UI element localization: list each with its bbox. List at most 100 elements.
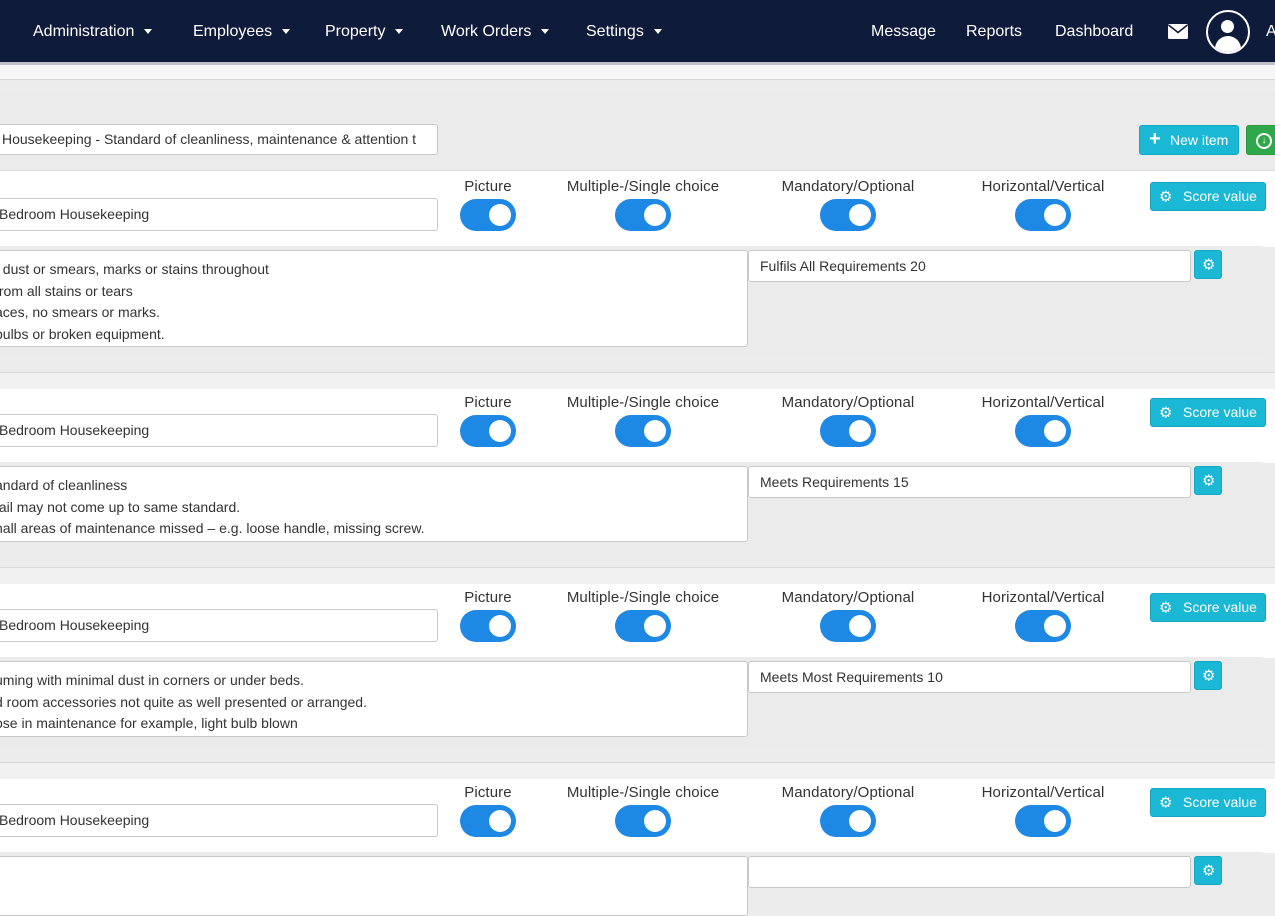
description-textarea[interactable]: uming with minimal dust in corners or un…: [0, 661, 748, 737]
toggle-knob: [849, 420, 871, 442]
score-value-button[interactable]: ⚙ Score value: [1150, 398, 1266, 427]
gear-icon: ⚙: [1202, 256, 1216, 273]
nav-label: Administration: [33, 23, 135, 40]
toggle-label-picture: Picture: [464, 178, 512, 195]
toggle-choice[interactable]: [615, 610, 671, 642]
toggle-mandatory[interactable]: [820, 610, 876, 642]
nav-link-reports[interactable]: Reports: [966, 0, 1022, 62]
caret-down-icon: [395, 29, 404, 35]
toggle-group-orientation: Horizontal/Vertical: [963, 178, 1123, 231]
toggle-picture[interactable]: [460, 199, 516, 231]
card-body: ⚙: [0, 852, 1263, 916]
toggle-choice[interactable]: [615, 199, 671, 231]
envelope-icon[interactable]: [1168, 24, 1188, 39]
toggle-mandatory[interactable]: [820, 199, 876, 231]
new-item-button[interactable]: + New item: [1139, 125, 1239, 155]
score-value-button[interactable]: ⚙ Score value: [1150, 593, 1266, 622]
description-line: bulbs or broken equipment.: [0, 325, 165, 342]
gear-icon: ⚙: [1159, 404, 1173, 421]
checklist-title-input[interactable]: Housekeeping - Standard of cleanliness, …: [0, 124, 438, 155]
card-body: f dust or smears, marks or stains throug…: [0, 246, 1263, 357]
answer-settings-button[interactable]: ⚙: [1194, 250, 1222, 279]
toggle-knob: [644, 420, 666, 442]
toggle-label-mandatory: Mandatory/Optional: [781, 394, 915, 411]
card-separator: [0, 567, 1275, 584]
toggle-knob: [644, 615, 666, 637]
toggle-group-choice: Multiple-/Single choice: [563, 589, 723, 642]
nav-menu-property[interactable]: Property: [325, 0, 404, 62]
answer-settings-button[interactable]: ⚙: [1194, 856, 1222, 885]
description-textarea[interactable]: f dust or smears, marks or stains throug…: [0, 250, 748, 347]
score-value-label: Score value: [1183, 404, 1257, 420]
toggle-mandatory[interactable]: [820, 805, 876, 837]
nav-menu-work-orders[interactable]: Work Orders: [441, 0, 550, 62]
user-avatar-icon[interactable]: [1206, 10, 1250, 54]
download-button[interactable]: ↓: [1246, 125, 1275, 155]
score-value-label: Score value: [1183, 794, 1257, 810]
score-value-label: Score value: [1183, 599, 1257, 615]
answer-option-input[interactable]: Fulfils All Requirements 20: [748, 250, 1191, 282]
toggle-orientation[interactable]: [1015, 805, 1071, 837]
toggle-mandatory[interactable]: [820, 415, 876, 447]
toggle-label-choice: Multiple-/Single choice: [566, 394, 720, 411]
answer-settings-button[interactable]: ⚙: [1194, 466, 1222, 495]
category-input[interactable]: Bedroom Housekeeping: [0, 609, 438, 642]
top-navbar: Administration Employees Property Work O…: [0, 0, 1275, 62]
toggle-knob: [644, 204, 666, 226]
score-value-label: Score value: [1183, 188, 1257, 204]
answer-option-input[interactable]: Meets Requirements 15: [748, 466, 1191, 498]
page-strip: [0, 65, 1275, 80]
download-circle-icon: ↓: [1256, 133, 1272, 149]
toggle-orientation[interactable]: [1015, 415, 1071, 447]
nav-menu-administration[interactable]: Administration: [33, 0, 153, 62]
toggle-group-choice: Multiple-/Single choice: [563, 784, 723, 837]
description-line: andard of cleanliness: [0, 477, 128, 493]
answer-settings-button[interactable]: ⚙: [1194, 661, 1222, 690]
toggle-knob: [489, 420, 511, 442]
toggle-label-orientation: Horizontal/Vertical: [981, 178, 1105, 195]
answer-option-input[interactable]: [748, 856, 1191, 888]
nav-menu-employees[interactable]: Employees: [193, 0, 291, 62]
toggle-picture[interactable]: [460, 805, 516, 837]
toggle-label-orientation: Horizontal/Vertical: [981, 589, 1105, 606]
toggle-orientation[interactable]: [1015, 199, 1071, 231]
toggle-group-picture: Picture: [408, 178, 568, 231]
toggle-label-picture: Picture: [464, 589, 512, 606]
toggle-group-orientation: Horizontal/Vertical: [963, 784, 1123, 837]
card-separator: [0, 372, 1275, 389]
toggle-knob: [1044, 420, 1066, 442]
toggle-label-choice: Multiple-/Single choice: [566, 589, 720, 606]
toggle-group-mandatory: Mandatory/Optional: [768, 784, 928, 837]
toggle-choice[interactable]: [615, 415, 671, 447]
toggle-knob: [489, 615, 511, 637]
toggle-knob: [1044, 615, 1066, 637]
toggle-picture[interactable]: [460, 610, 516, 642]
nav-link-message[interactable]: Message: [871, 0, 936, 62]
description-line: aces, no smears or marks.: [0, 304, 160, 321]
nav-link-dashboard[interactable]: Dashboard: [1055, 0, 1133, 62]
toggle-orientation[interactable]: [1015, 610, 1071, 642]
caret-down-icon: [144, 29, 153, 35]
answer-option-input[interactable]: Meets Most Requirements 10: [748, 661, 1191, 693]
gear-icon: ⚙: [1159, 794, 1173, 811]
new-item-label: New item: [1170, 132, 1229, 148]
toggle-picture[interactable]: [460, 415, 516, 447]
score-value-button[interactable]: ⚙ Score value: [1150, 182, 1266, 211]
nav-menu-settings[interactable]: Settings: [586, 0, 662, 62]
toggle-knob: [849, 615, 871, 637]
category-input[interactable]: Bedroom Housekeeping: [0, 198, 438, 231]
user-name-label[interactable]: A: [1266, 0, 1275, 64]
description-line: nall areas of maintenance missed – e.g. …: [0, 520, 425, 537]
category-input[interactable]: Bedroom Housekeeping: [0, 414, 438, 447]
description-textarea[interactable]: [0, 856, 748, 916]
toggle-choice[interactable]: [615, 805, 671, 837]
toggle-group-picture: Picture: [408, 784, 568, 837]
score-value-button[interactable]: ⚙ Score value: [1150, 788, 1266, 817]
toggle-group-mandatory: Mandatory/Optional: [768, 589, 928, 642]
toggle-label-mandatory: Mandatory/Optional: [781, 589, 915, 606]
description-textarea[interactable]: andard of cleanliness tail may not come u…: [0, 466, 748, 542]
description-line: f dust or smears, marks or stains throug…: [0, 261, 269, 277]
category-input[interactable]: Bedroom Housekeeping: [0, 804, 438, 837]
toggle-label-choice: Multiple-/Single choice: [566, 784, 720, 801]
nav-label: Settings: [586, 23, 644, 40]
